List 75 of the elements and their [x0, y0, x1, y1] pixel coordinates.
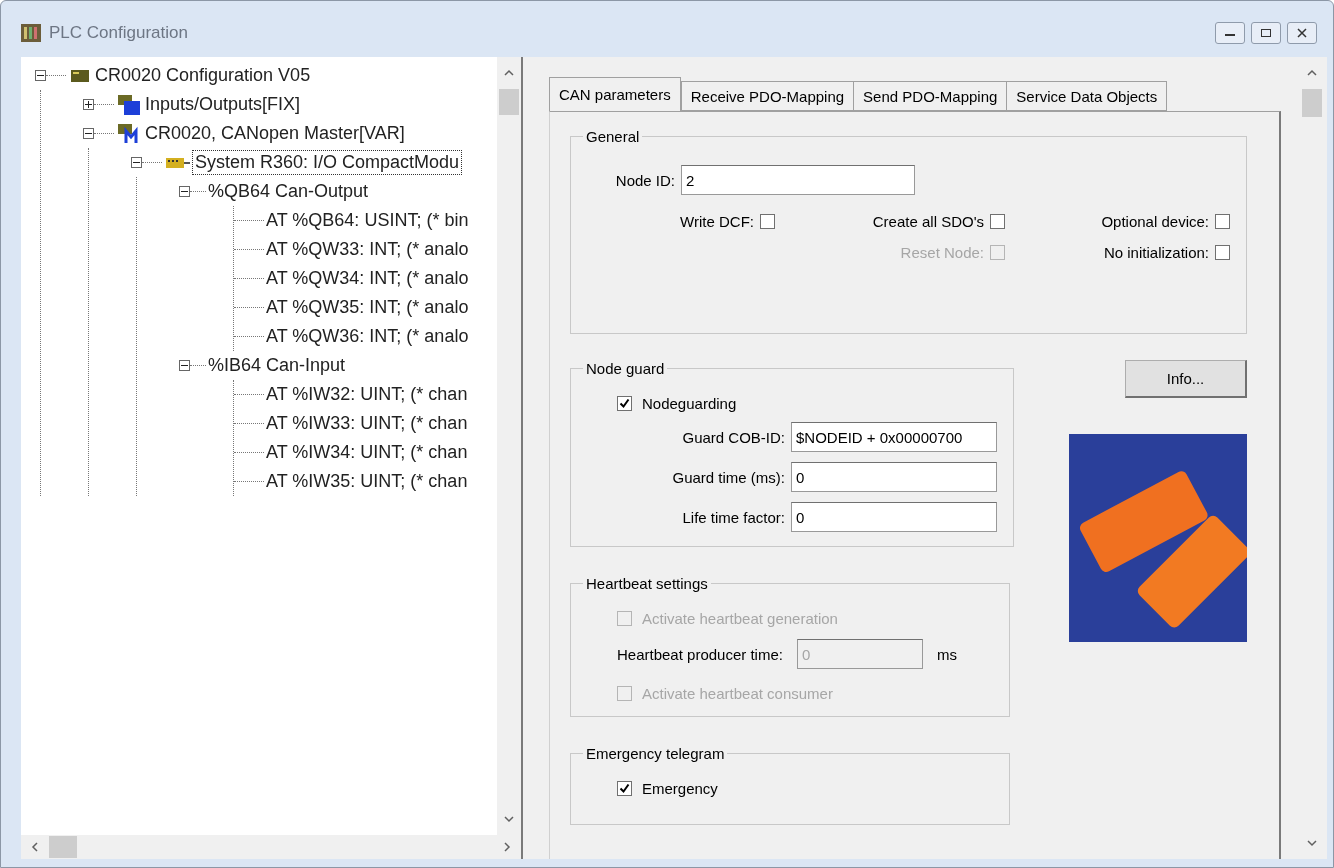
master-module-icon	[118, 123, 140, 144]
minimize-button[interactable]	[1215, 22, 1245, 44]
field-label: Guard COB-ID:	[681, 428, 785, 446]
scroll-thumb[interactable]	[1302, 89, 1322, 117]
group-title: Emergency telegram	[585, 745, 726, 762]
close-icon	[1297, 28, 1307, 38]
unit-label: ms	[936, 645, 957, 663]
checkbox[interactable]	[617, 396, 632, 411]
input-field[interactable]: $NODEID + 0x00000700	[791, 422, 997, 452]
tree-item[interactable]: AT %IW32: UINT; (* chan	[264, 383, 470, 406]
checkbox[interactable]	[617, 781, 632, 796]
input-field[interactable]: 0	[791, 502, 997, 532]
field-label: Guard time (ms):	[671, 468, 785, 486]
option-label: Optional device:	[1101, 213, 1209, 230]
checkbox[interactable]	[1215, 214, 1230, 229]
option-label: No initialization:	[1103, 244, 1209, 261]
tree-item[interactable]: %QB64 Can-Output	[206, 180, 371, 203]
input-field[interactable]: 0	[791, 462, 997, 492]
group-title: General	[585, 128, 641, 145]
module-icon	[166, 156, 190, 169]
scroll-down-icon[interactable]	[503, 813, 515, 825]
option-label: Write DCF:	[680, 213, 754, 230]
close-button[interactable]	[1287, 22, 1317, 44]
expand-icon[interactable]	[83, 99, 94, 110]
horizontal-scrollbar[interactable]	[21, 835, 521, 859]
checkbox[interactable]	[1215, 245, 1230, 260]
app-icon	[21, 24, 41, 42]
tab[interactable]: Send PDO-Mapping	[853, 81, 1008, 111]
checkbox-label: Activate heartbeat generation	[642, 610, 838, 627]
tree-item[interactable]: AT %IW35: UINT; (* chan	[264, 470, 470, 493]
tree-item[interactable]: AT %QB64: USINT; (* bin	[264, 209, 471, 232]
collapse-icon[interactable]	[131, 157, 142, 168]
field-label: Node ID:	[614, 171, 675, 189]
tab[interactable]: Service Data Objects	[1006, 81, 1168, 111]
collapse-icon[interactable]	[83, 128, 94, 139]
option-label: Reset Node:	[900, 244, 984, 261]
tree-item[interactable]: System R360: I/O CompactModu	[193, 151, 462, 174]
scrollbar[interactable]	[497, 57, 521, 835]
window-title: PLC Configuration	[49, 23, 188, 43]
tree-item[interactable]: AT %QW33: INT; (* analo	[264, 238, 471, 261]
tree-item[interactable]: AT %IW34: UINT; (* chan	[264, 441, 470, 464]
option-label: Create all SDO's	[872, 213, 984, 230]
scroll-down-icon[interactable]	[1306, 837, 1318, 849]
scroll-thumb[interactable]	[499, 89, 519, 115]
io-module-icon	[118, 94, 140, 115]
group-title: Node guard	[585, 360, 666, 377]
field-label: Heartbeat producer time:	[617, 645, 783, 663]
checkbox[interactable]	[990, 214, 1005, 229]
tab[interactable]: Receive PDO-Mapping	[680, 81, 855, 111]
checkbox-label: Emergency	[642, 780, 718, 797]
tree-item[interactable]: CR0020 Configuration V05	[93, 64, 313, 87]
tree-item[interactable]: AT %QW36: INT; (* analo	[264, 325, 471, 348]
tree-item[interactable]: CR0020, CANopen Master[VAR]	[143, 122, 407, 145]
maximize-icon	[1261, 29, 1271, 37]
scroll-left-icon[interactable]	[29, 841, 41, 853]
tree-item[interactable]: Inputs/Outputs[FIX]	[143, 93, 303, 116]
tree-item[interactable]: AT %QW35: INT; (* analo	[264, 296, 471, 319]
tab[interactable]: CAN parameters	[549, 77, 681, 111]
collapse-icon[interactable]	[179, 186, 190, 197]
checkbox-label: Activate heartbeat consumer	[642, 685, 833, 702]
scroll-right-icon[interactable]	[501, 841, 513, 853]
collapse-icon[interactable]	[179, 360, 190, 371]
tree-item[interactable]: AT %QW34: INT; (* analo	[264, 267, 471, 290]
tree-item[interactable]: AT %IW33: UINT; (* chan	[264, 412, 470, 435]
field-label: Life time factor:	[681, 508, 785, 526]
group-title: Heartbeat settings	[585, 575, 709, 592]
checkbox[interactable]	[760, 214, 775, 229]
scroll-thumb[interactable]	[49, 836, 77, 858]
maximize-button[interactable]	[1251, 22, 1281, 44]
input-field[interactable]: 2	[681, 165, 915, 195]
device-icon	[70, 68, 90, 83]
tree-item[interactable]: %IB64 Can-Input	[206, 354, 348, 377]
checkbox-label: Nodeguarding	[642, 395, 737, 412]
collapse-icon[interactable]	[35, 70, 46, 81]
info-button[interactable]: Info...	[1125, 360, 1247, 398]
